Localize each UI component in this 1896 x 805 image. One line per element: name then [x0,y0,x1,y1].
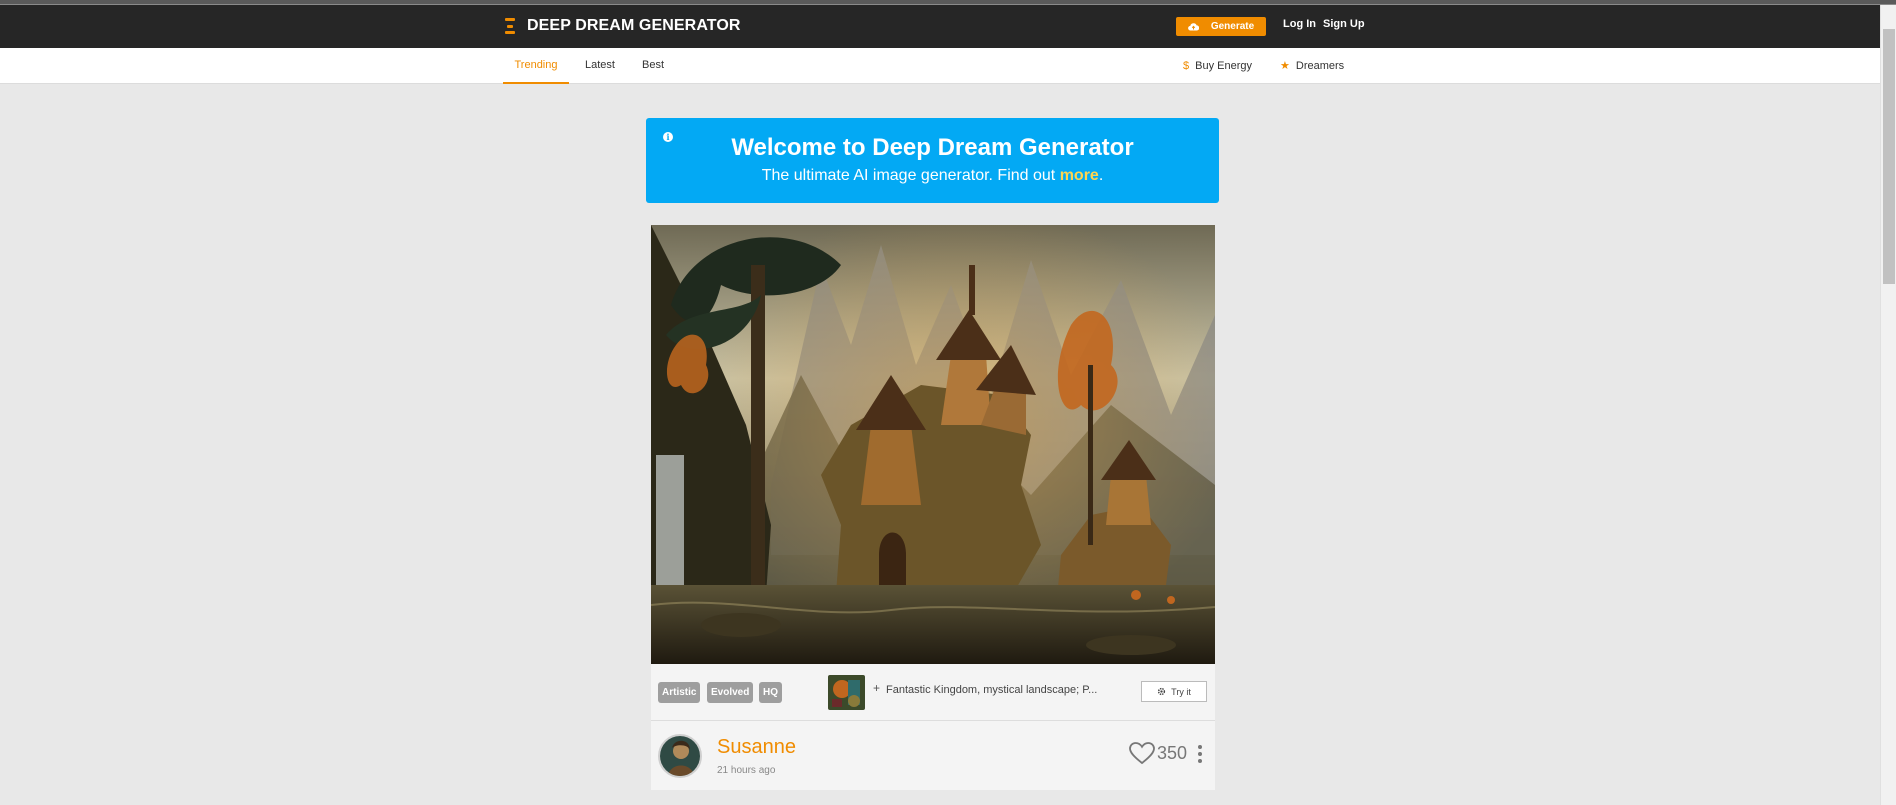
site-logo[interactable]: DEEP DREAM GENERATOR [503,17,741,35]
generate-button[interactable]: Generate [1176,17,1266,36]
base-image-thumbnail[interactable] [828,675,865,710]
tab-trending[interactable]: Trending [503,48,569,84]
page-scrollbar[interactable] [1880,5,1896,805]
try-it-label: Try it [1171,686,1191,697]
heart-icon [1129,742,1155,765]
more-options-icon[interactable] [1198,745,1202,763]
post-author-row: Susanne 21 hours ago 350 [651,722,1215,790]
signup-link[interactable]: Sign Up [1323,18,1365,30]
tab-latest[interactable]: Latest [585,48,615,84]
try-it-button[interactable]: Try it [1141,681,1207,702]
hourglass-icon [503,18,517,34]
badge-hq[interactable]: HQ [759,682,782,703]
scrollbar-thumb[interactable] [1883,29,1895,284]
plus-icon: + [873,681,881,695]
banner-more-link[interactable]: more [1060,167,1099,184]
star-icon: ★ [1280,60,1290,72]
badge-evolved[interactable]: Evolved [707,682,754,703]
site-logo-text: DEEP DREAM GENERATOR [527,17,741,34]
login-link[interactable]: Log In [1283,18,1316,30]
author-name[interactable]: Susanne [717,736,796,759]
banner-subtitle-text: The ultimate AI image generator. Find ou… [761,167,1060,184]
prompt-text[interactable]: Fantastic Kingdom, mystical landscape; P… [886,684,1097,696]
dream-artwork-image[interactable] [651,225,1215,664]
like-count: 350 [1157,743,1188,763]
dreamers-link[interactable]: ★ Dreamers [1280,48,1344,84]
buy-energy-link[interactable]: $ Buy Energy [1183,48,1252,84]
cloud-upload-icon [1187,23,1199,31]
gear-icon [1158,687,1166,696]
like-button[interactable]: 350 [1129,742,1187,765]
banner-subtitle: The ultimate AI image generator. Find ou… [646,167,1219,185]
badge-artistic[interactable]: Artistic [658,682,701,703]
dreamers-label: Dreamers [1295,60,1345,72]
post-timestamp: 21 hours ago [717,765,776,776]
post-meta-bar: Artistic Evolved HQ + Fantastic Kingdom,… [651,664,1215,721]
secondary-nav: Trending Latest Best $ Buy Energy ★ Drea… [0,48,1880,84]
top-navbar: DEEP DREAM GENERATOR Generate Log In Sig… [0,5,1880,48]
tab-best[interactable]: Best [642,48,664,84]
generate-label: Generate [1210,21,1255,32]
banner-title: Welcome to Deep Dream Generator [731,134,1134,161]
dream-post-card: Artistic Evolved HQ + Fantastic Kingdom,… [651,225,1215,790]
avatar[interactable] [658,734,702,778]
buy-energy-label: Buy Energy [1195,60,1252,72]
banner-subtitle-end: . [1098,167,1104,184]
dollar-icon: $ [1183,60,1190,72]
welcome-banner: i Welcome to Deep Dream Generator The ul… [646,118,1219,203]
